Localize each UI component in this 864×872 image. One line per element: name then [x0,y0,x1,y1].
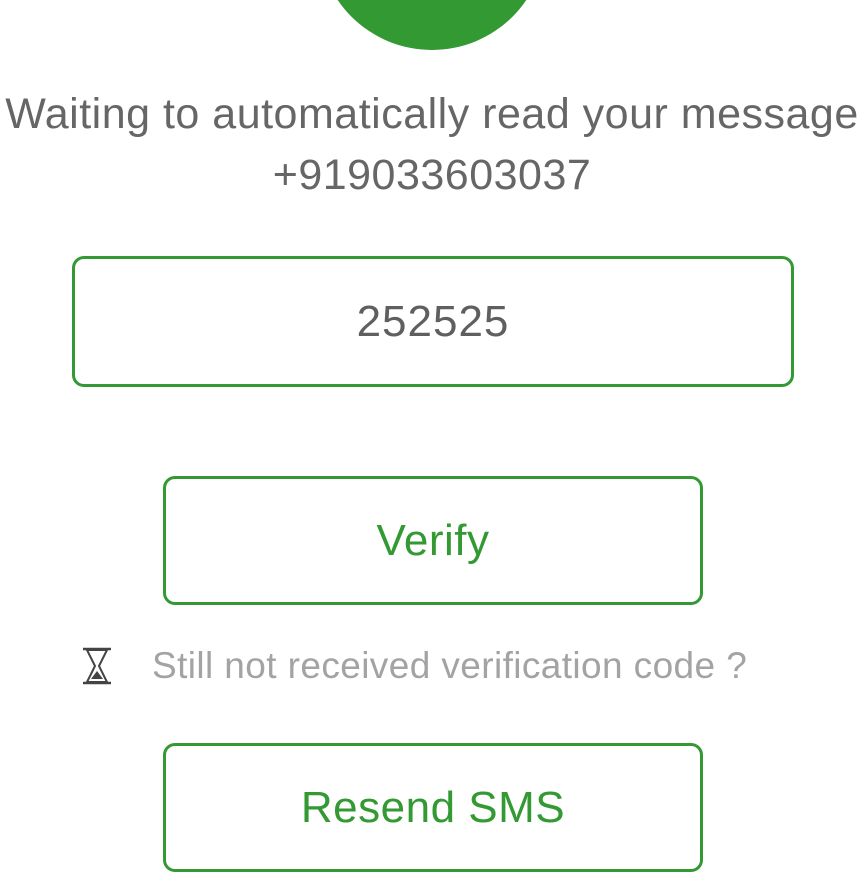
waiting-message: Waiting to automatically read your messa… [5,90,859,138]
verification-code-field[interactable]: 252525 [72,256,794,387]
hourglass-icon [83,647,111,685]
brand-logo-circle [318,0,546,50]
resend-hint: Still not received verification code ? [80,640,800,692]
resend-sms-label: Resend SMS [300,782,566,832]
hint-text: Still not received verification code ? [152,645,748,686]
verify-button[interactable]: Verify [163,476,703,605]
resend-sms-button[interactable]: Resend SMS [163,743,703,872]
verify-button-label: Verify [376,515,490,565]
verification-code-value: 252525 [356,296,510,346]
phone-number: +919033603037 [272,151,592,199]
